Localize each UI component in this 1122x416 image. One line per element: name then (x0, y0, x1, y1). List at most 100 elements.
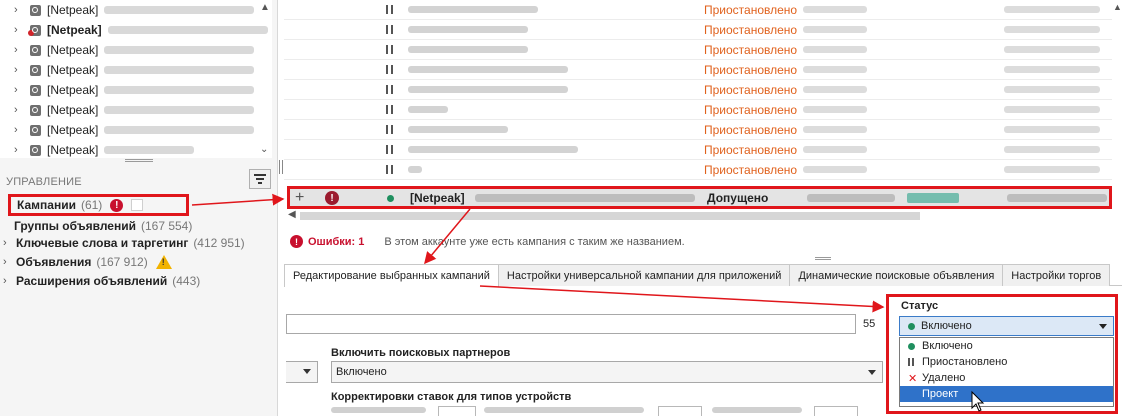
chevron-right-icon[interactable]: › (14, 84, 28, 96)
account-tree: › [Netpeak] › [Netpeak] › [Netpeak] › [Netpeak]… (0, 0, 272, 158)
tab-edit-campaigns[interactable]: Редактирование выбранных кампаний (284, 264, 499, 287)
device-bids-label: Корректировки ставок для типов устройств (331, 391, 572, 403)
chevron-right-icon[interactable]: › (0, 256, 16, 268)
redacted-text (408, 46, 528, 53)
account-icon (30, 144, 41, 156)
pause-icon (386, 5, 393, 14)
table-row[interactable]: Приостановлено (284, 40, 1112, 60)
pause-icon (386, 165, 393, 174)
redacted-badge (907, 193, 959, 203)
nav-extensions[interactable]: › Расширения объявлений (443) (0, 271, 200, 291)
tab-dynamic-search[interactable]: Динамические поисковые объявления (789, 264, 1004, 286)
redacted-text (807, 194, 895, 202)
tree-item[interactable]: › [Netpeak] (0, 120, 272, 140)
green-dot-icon (908, 342, 915, 350)
redacted-text (408, 106, 448, 113)
redacted-text (107, 26, 268, 34)
redacted-text (1007, 194, 1107, 202)
chevron-right-icon[interactable]: › (14, 24, 28, 36)
partners-dropdown[interactable]: Включено (331, 361, 883, 383)
chevron-right-icon[interactable]: › (0, 275, 16, 287)
nav-campaigns[interactable]: Кампании (61) ! (8, 194, 189, 216)
row-status: Приостановлено (704, 62, 798, 77)
enabled-dot-icon (387, 195, 394, 202)
nav-ad-groups-label: Группы объявлений (14, 219, 136, 233)
chevron-right-icon[interactable]: › (14, 104, 28, 116)
redacted-text (104, 46, 255, 54)
table-row[interactable]: Приостановлено (284, 100, 1112, 120)
grid-horizontal-scrollbar[interactable]: ◀ (284, 209, 1122, 222)
nav-ads[interactable]: › Объявления (167 912) (0, 252, 172, 272)
status-option-draft[interactable]: Проект (900, 386, 1113, 402)
tree-scrollbar[interactable]: ▲ ⌄ (258, 0, 272, 158)
table-row[interactable]: Приостановлено (284, 80, 1112, 100)
redacted-text (1004, 126, 1100, 133)
status-option-enabled[interactable]: Включено (900, 338, 1113, 354)
errors-label[interactable]: Ошибки: 1 (308, 236, 364, 248)
chevron-down-icon (303, 369, 311, 374)
selected-campaign-row[interactable]: + ! [Netpeak] Допущено (287, 186, 1112, 209)
account-icon (30, 64, 41, 76)
redacted-text (104, 106, 255, 114)
chevron-right-icon[interactable]: › (14, 64, 28, 76)
table-row[interactable]: Приостановлено (284, 20, 1112, 40)
bid-input[interactable] (658, 406, 702, 416)
tab-bidding[interactable]: Настройки торгов (1002, 264, 1111, 286)
nav-keywords[interactable]: › Ключевые слова и таргетинг (412 951) (0, 233, 245, 253)
expand-icon[interactable]: + (295, 189, 304, 206)
pane-splitter[interactable] (815, 257, 831, 260)
scroll-down-icon[interactable]: ⌄ (260, 144, 268, 155)
tree-item[interactable]: › [Netpeak] (0, 20, 272, 40)
status-dropdown[interactable]: Включено (899, 316, 1114, 336)
table-row[interactable]: Приостановлено (284, 160, 1112, 180)
redacted-text (1004, 46, 1100, 53)
edit-icon[interactable] (131, 199, 144, 211)
filter-button[interactable] (249, 169, 271, 189)
chevron-right-icon[interactable]: › (0, 237, 16, 249)
chevron-right-icon[interactable]: › (14, 44, 28, 56)
bid-input[interactable] (438, 406, 476, 416)
tree-item-label: [Netpeak] (47, 83, 99, 97)
scroll-left-icon[interactable]: ◀ (288, 209, 296, 220)
scroll-thumb[interactable] (300, 212, 920, 220)
redacted-text (1004, 166, 1100, 173)
chevron-right-icon[interactable]: › (14, 144, 28, 156)
table-row[interactable]: Приостановлено (284, 0, 1112, 20)
scroll-up-icon[interactable]: ▲ (260, 2, 270, 13)
left-dropdown[interactable] (286, 361, 318, 383)
tree-item[interactable]: › [Netpeak] (0, 80, 272, 100)
redacted-text (408, 86, 568, 93)
scroll-up-icon[interactable]: ▲ (1113, 2, 1122, 12)
tree-item[interactable]: › [Netpeak] (0, 140, 272, 160)
name-char-count: 55 (863, 318, 876, 330)
redacted-text (1004, 146, 1100, 153)
tree-item[interactable]: › [Netpeak] (0, 40, 272, 60)
nav-extensions-count: (443) (172, 274, 201, 288)
chevron-right-icon[interactable]: › (14, 4, 28, 16)
campaign-name-input[interactable] (286, 314, 856, 334)
error-icon: ! (110, 198, 124, 212)
status-option-paused[interactable]: Приостановлено (900, 354, 1113, 370)
partners-label: Включить поисковых партнеров (331, 347, 511, 359)
tab-universal-app[interactable]: Настройки универсальной кампании для при… (497, 264, 791, 286)
status-option-removed[interactable]: ✕ Удалено (900, 370, 1113, 386)
chevron-right-icon[interactable]: › (14, 124, 28, 136)
tree-item[interactable]: › [Netpeak] (0, 0, 272, 20)
tree-item[interactable]: › [Netpeak] (0, 100, 272, 120)
bid-input[interactable] (814, 406, 858, 416)
redacted-text (408, 66, 568, 73)
grid-scrollbar[interactable]: ▲ (1112, 0, 1122, 206)
table-row[interactable]: Приостановлено (284, 140, 1112, 160)
tree-item-label: [Netpeak] (47, 123, 99, 137)
tree-item[interactable]: › [Netpeak] (0, 60, 272, 80)
account-icon (30, 84, 41, 96)
redacted-text (803, 46, 867, 53)
vertical-splitter[interactable] (279, 160, 283, 174)
status-selected-value: Включено (921, 320, 972, 332)
pane-splitter[interactable] (125, 159, 153, 162)
pause-icon (386, 145, 393, 154)
nav-extensions-label: Расширения объявлений (16, 274, 168, 288)
error-message: В этом аккаунте уже есть кампания с таки… (384, 235, 685, 248)
table-row[interactable]: Приостановлено (284, 60, 1112, 80)
table-row[interactable]: Приостановлено (284, 120, 1112, 140)
